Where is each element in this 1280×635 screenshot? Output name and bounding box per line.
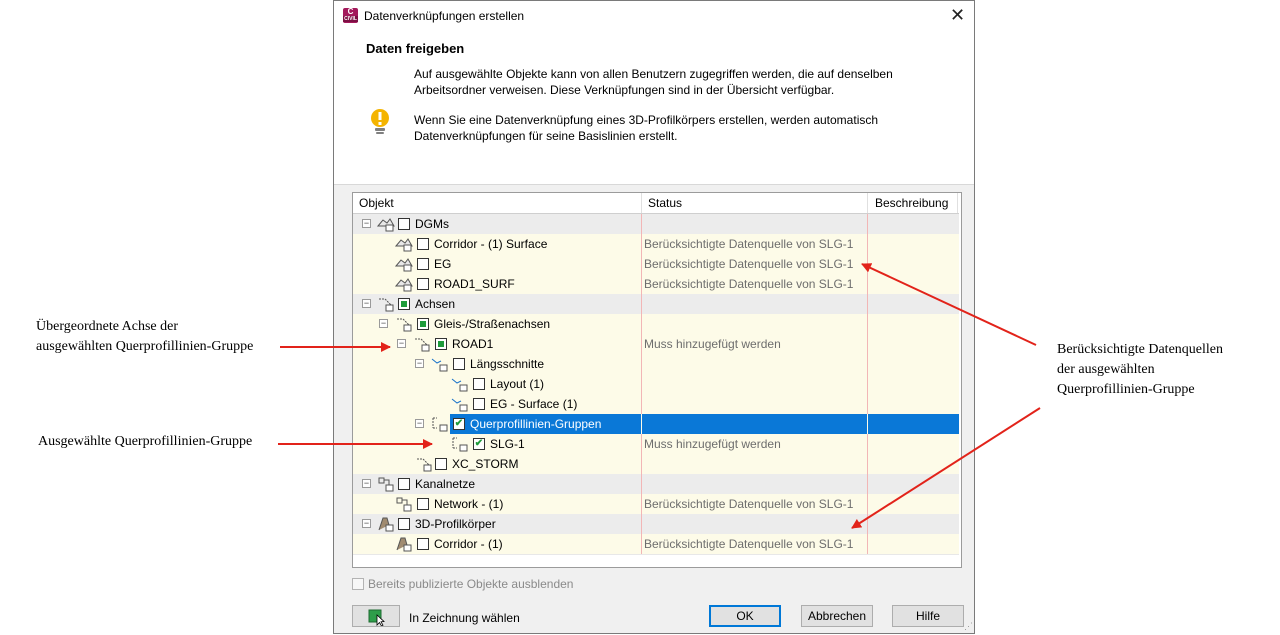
annotation-arrows	[278, 263, 1041, 529]
arrow-to-eg-status	[861, 263, 1037, 346]
arrow-to-network-status	[851, 407, 1041, 529]
